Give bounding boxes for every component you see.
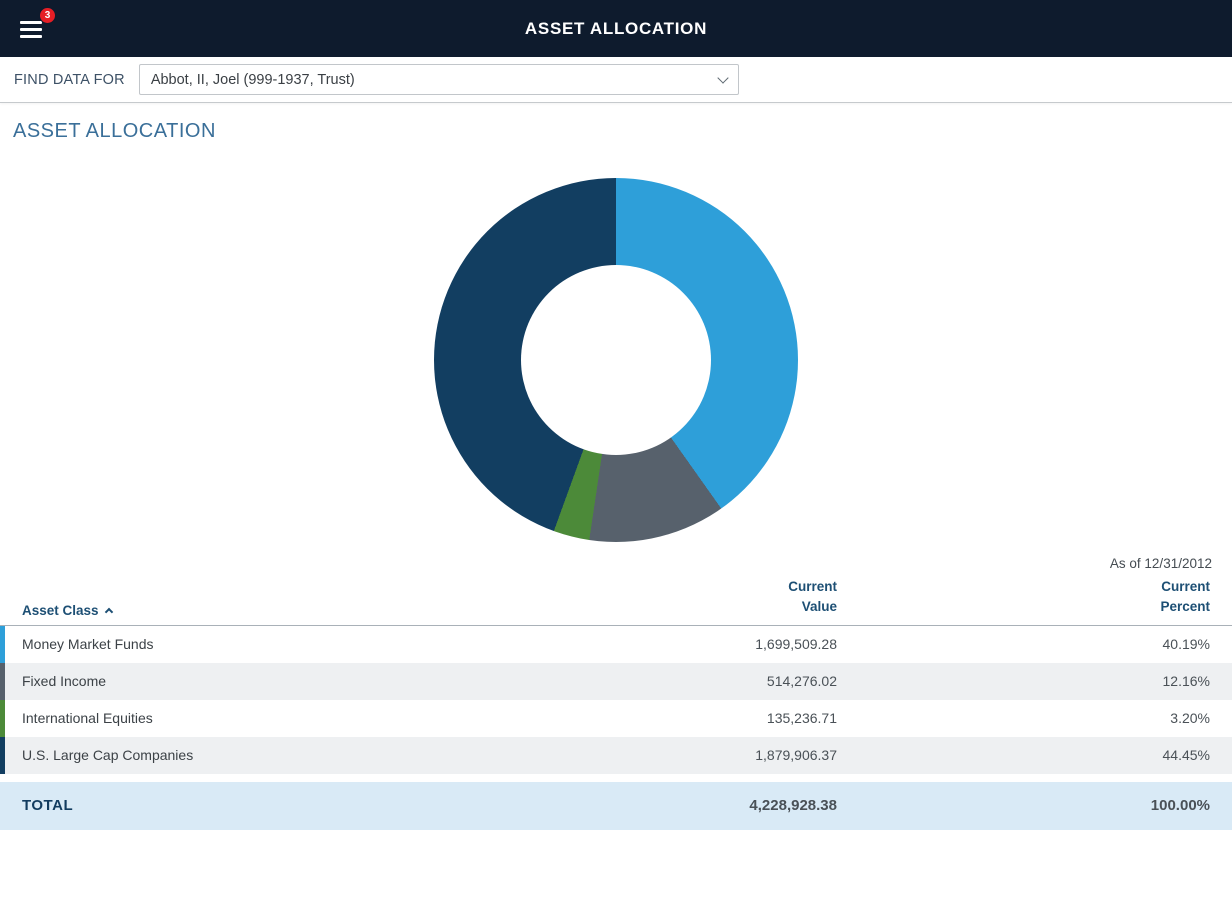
table-body: Money Market Funds 1,699,509.28 40.19% F… xyxy=(0,626,1232,774)
asset-color-chip xyxy=(0,663,5,700)
account-select-value: Abbot, II, Joel (999-1937, Trust) xyxy=(151,72,355,88)
current-percent-column-header[interactable]: Current Percent xyxy=(857,577,1232,618)
sort-ascending-icon xyxy=(104,608,112,616)
asset-allocation-table: Asset Class Current Value Current Percen… xyxy=(0,577,1232,830)
asset-color-chip xyxy=(0,700,5,737)
asset-class-cell: Money Market Funds xyxy=(0,636,500,652)
page-title: ASSET ALLOCATION xyxy=(13,120,1232,143)
current-percent-cell: 12.16% xyxy=(857,673,1232,689)
hamburger-menu-button[interactable]: 3 xyxy=(14,9,54,49)
current-percent-cell: 44.45% xyxy=(857,747,1232,763)
asset-allocation-donut-chart xyxy=(434,178,798,542)
total-percent: 100.00% xyxy=(857,797,1232,814)
account-select[interactable]: Abbot, II, Joel (999-1937, Trust) xyxy=(139,64,739,95)
find-data-label: FIND DATA FOR xyxy=(14,72,125,88)
main-content: ASSET ALLOCATION As of 12/31/2012 Asset … xyxy=(0,120,1232,830)
total-value: 4,228,928.38 xyxy=(500,797,857,814)
current-value-cell: 514,276.02 xyxy=(500,673,857,689)
app-header: 3 ASSET ALLOCATION xyxy=(0,0,1232,57)
table-row[interactable]: Fixed Income 514,276.02 12.16% xyxy=(0,663,1232,700)
current-value-column-header[interactable]: Current Value xyxy=(500,577,857,618)
current-value-cell: 135,236.71 xyxy=(500,710,857,726)
total-label: TOTAL xyxy=(0,797,500,814)
asset-class-cell: Fixed Income xyxy=(0,673,500,689)
table-row[interactable]: U.S. Large Cap Companies 1,879,906.37 44… xyxy=(0,737,1232,774)
current-percent-cell: 3.20% xyxy=(857,710,1232,726)
as-of-date: As of 12/31/2012 xyxy=(0,556,1232,571)
table-row[interactable]: International Equities 135,236.71 3.20% xyxy=(0,700,1232,737)
asset-class-header-label: Asset Class xyxy=(22,603,99,618)
asset-color-chip xyxy=(0,737,5,774)
current-percent-cell: 40.19% xyxy=(857,636,1232,652)
asset-class-cell: U.S. Large Cap Companies xyxy=(0,747,500,763)
asset-color-chip xyxy=(0,626,5,663)
app-title: ASSET ALLOCATION xyxy=(525,19,707,39)
notification-badge: 3 xyxy=(39,7,56,24)
table-header-row: Asset Class Current Value Current Percen… xyxy=(0,577,1232,626)
total-row: TOTAL 4,228,928.38 100.00% xyxy=(0,782,1232,830)
current-value-cell: 1,879,906.37 xyxy=(500,747,857,763)
table-row[interactable]: Money Market Funds 1,699,509.28 40.19% xyxy=(0,626,1232,663)
find-data-bar: FIND DATA FOR Abbot, II, Joel (999-1937,… xyxy=(0,57,1232,103)
donut-hole xyxy=(521,265,711,455)
asset-class-cell: International Equities xyxy=(0,710,500,726)
chart-area xyxy=(0,178,1232,542)
current-value-cell: 1,699,509.28 xyxy=(500,636,857,652)
chevron-down-icon xyxy=(717,72,728,83)
asset-class-column-header[interactable]: Asset Class xyxy=(0,603,500,618)
